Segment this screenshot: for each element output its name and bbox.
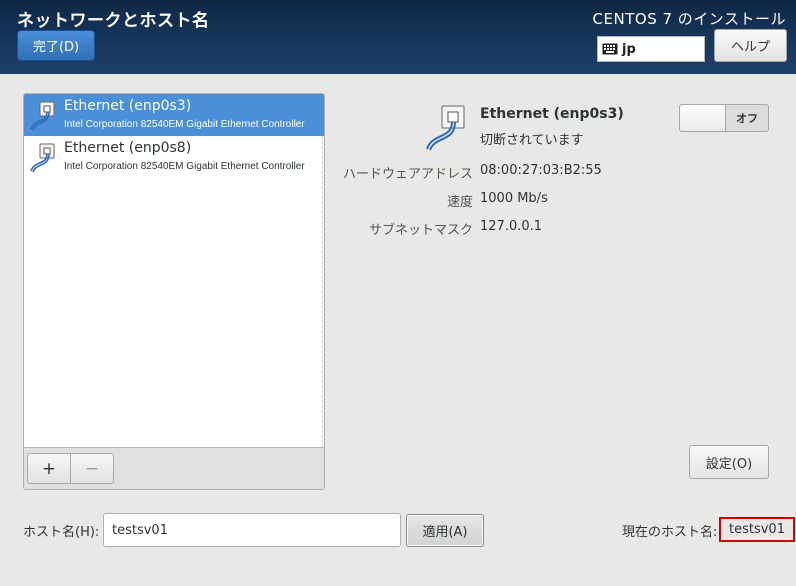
- remove-device-button[interactable]: −: [70, 453, 114, 484]
- speed-label: 速度: [446, 195, 473, 210]
- hostname-label: ホスト名(H):: [23, 525, 100, 540]
- ethernet-cable-icon: [30, 143, 55, 173]
- page-title: ネットワークとホスト名: [17, 11, 210, 31]
- toggle-state-label: オフ: [736, 112, 758, 125]
- keyboard-layout-indicator[interactable]: jp: [597, 36, 705, 62]
- device-connection-status: 切断されています: [480, 133, 584, 148]
- ethernet-cable-icon: [426, 105, 465, 151]
- product-title: CENTOS 7 のインストール: [592, 10, 786, 28]
- subnet-mask-value: 127.0.0.1: [480, 219, 543, 234]
- current-hostname-value: testsv01: [719, 517, 795, 542]
- device-list-item-enp0s3[interactable]: Ethernet (enp0s3) Intel Corporation 8254…: [24, 94, 324, 136]
- hardware-address-value: 08:00:27:03:B2:55: [480, 163, 602, 178]
- hostname-input[interactable]: [103, 513, 401, 547]
- device-description: Intel Corporation 82540EM Gigabit Ethern…: [64, 161, 305, 172]
- apply-hostname-button[interactable]: 適用(A): [406, 514, 484, 547]
- help-button[interactable]: ヘルプ: [714, 29, 787, 62]
- device-description: Intel Corporation 82540EM Gigabit Ethern…: [64, 119, 305, 130]
- device-name: Ethernet (enp0s3): [64, 98, 192, 114]
- subnet-mask-label: サブネットマスク: [368, 223, 473, 238]
- connection-toggle[interactable]: オフ: [679, 104, 769, 132]
- done-button[interactable]: 完了(D): [17, 30, 95, 61]
- toggle-knob: [680, 105, 726, 131]
- device-name: Ethernet (enp0s8): [64, 140, 192, 156]
- hardware-address-label: ハードウェアアドレス: [342, 167, 473, 182]
- ethernet-cable-icon: [30, 101, 55, 131]
- header-bar: ネットワークとホスト名 完了(D) CENTOS 7 のインストール jp ヘル…: [0, 0, 796, 74]
- current-hostname-label: 現在のホスト名:: [622, 525, 718, 540]
- add-device-button[interactable]: +: [27, 453, 71, 484]
- keyboard-layout-label: jp: [622, 41, 636, 57]
- speed-value: 1000 Mb/s: [480, 191, 548, 206]
- list-column-divider: [322, 136, 323, 448]
- keyboard-icon: [602, 43, 618, 55]
- device-detail-name: Ethernet (enp0s3): [480, 106, 624, 122]
- device-list: Ethernet (enp0s3) Intel Corporation 8254…: [23, 93, 325, 490]
- device-list-toolbar: + −: [24, 447, 324, 489]
- settings-button[interactable]: 設定(O): [689, 445, 769, 479]
